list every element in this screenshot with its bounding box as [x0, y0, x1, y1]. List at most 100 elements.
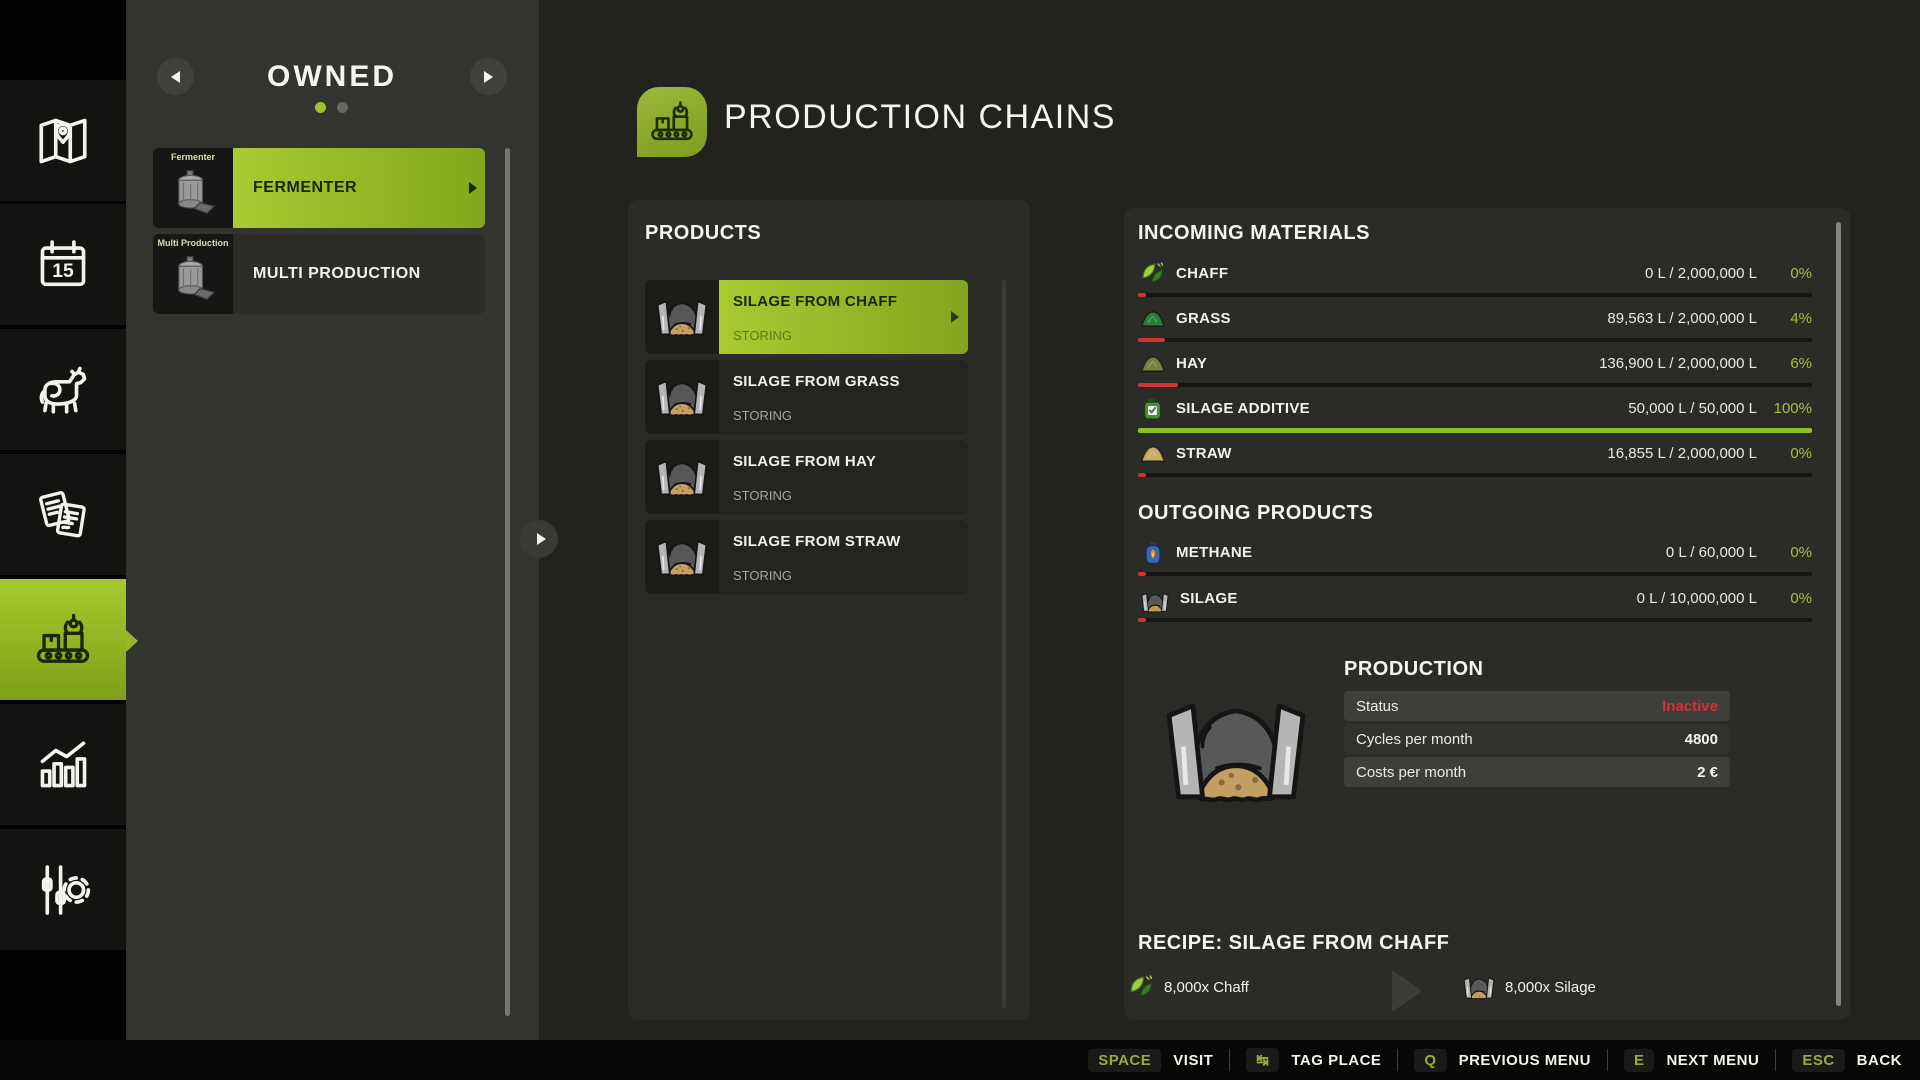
cycles-value: 4800 — [1685, 731, 1718, 748]
arrow-left-icon — [171, 71, 180, 83]
production-title: PRODUCTION — [1344, 658, 1483, 681]
hotkey-label: TAG PLACE — [1291, 1052, 1381, 1069]
hotkey-label: VISIT — [1173, 1052, 1213, 1069]
detail-scrollbar[interactable] — [1836, 222, 1841, 1006]
product-item-silage-from-chaff[interactable]: SILAGE FROM CHAFF STORING — [645, 280, 968, 354]
owned-scrollbar[interactable] — [505, 148, 510, 1016]
production-chains-badge — [637, 87, 707, 157]
key-space[interactable]: SPACE — [1088, 1049, 1161, 1072]
material-percent: 6% — [1764, 351, 1812, 377]
owned-panel-title: OWNED — [186, 60, 478, 94]
key-q[interactable]: Q — [1414, 1049, 1446, 1072]
fill-bar — [1138, 338, 1812, 342]
silage-silo-icon — [1462, 975, 1496, 1000]
material-percent: 4% — [1764, 306, 1812, 332]
material-row-silage: SILAGE 0 L / 10,000,000 L 0% — [1138, 586, 1812, 612]
recipe-output-label: 8,000x Silage — [1505, 979, 1596, 996]
panel-collapse-handle[interactable] — [520, 520, 558, 558]
sidebar-item-calendar[interactable]: 15 — [0, 204, 126, 325]
divider — [1775, 1049, 1776, 1071]
divider — [1607, 1049, 1608, 1071]
product-thumbnail — [645, 280, 719, 354]
material-name: HAY — [1176, 351, 1207, 377]
sidebar-item-map[interactable] — [0, 80, 126, 201]
sidebar-item-finances[interactable] — [0, 454, 126, 575]
arrow-right-icon — [484, 71, 493, 83]
owned-next-button[interactable] — [470, 58, 507, 95]
selected-arrow-icon — [469, 182, 477, 194]
material-name: CHAFF — [1176, 261, 1228, 287]
key-e[interactable]: E — [1624, 1049, 1655, 1072]
product-item-silage-from-hay[interactable]: SILAGE FROM HAY STORING — [645, 440, 968, 514]
silage-silo-icon — [1140, 589, 1170, 615]
material-name: SILAGE ADDITIVE — [1176, 396, 1310, 422]
page-dot-inactive[interactable] — [337, 102, 348, 113]
product-thumbnail — [645, 360, 719, 434]
sidebar-item-production[interactable] — [0, 579, 126, 700]
material-name: GRASS — [1176, 306, 1231, 332]
recipe-input-label: 8,000x Chaff — [1164, 979, 1249, 996]
hotkey-back[interactable]: ESC BACK — [1792, 1049, 1902, 1072]
svg-text:15: 15 — [52, 261, 74, 282]
hotkey-bar: SPACE VISIT ↹ TAG PLACE Q PREVIOUS MENU … — [0, 1040, 1920, 1080]
product-item-silage-from-straw[interactable]: SILAGE FROM STRAW STORING — [645, 520, 968, 594]
material-amount: 0 L / 2,000,000 L — [1645, 261, 1757, 287]
documents-icon — [34, 486, 92, 544]
grass-icon — [1140, 306, 1166, 332]
hotkey-next-menu[interactable]: E NEXT MENU — [1624, 1049, 1759, 1072]
page-dot-active[interactable] — [315, 102, 326, 113]
divider — [1397, 1049, 1398, 1071]
owned-item-label: MULTI PRODUCTION — [253, 265, 421, 283]
outgoing-products-title: OUTGOING PRODUCTS — [1138, 502, 1373, 525]
main-menu-sidebar: 15 — [0, 0, 126, 1040]
products-scrollbar[interactable] — [1002, 280, 1006, 1008]
incoming-materials-title: INCOMING MATERIALS — [1138, 222, 1370, 245]
material-name: STRAW — [1176, 441, 1232, 467]
fill-bar — [1138, 473, 1812, 477]
owned-item-fermenter[interactable]: Fermenter FERMENTER — [153, 148, 485, 228]
sidebar-item-statistics[interactable] — [0, 704, 126, 825]
silage-silo-icon — [654, 297, 710, 337]
material-amount: 136,900 L / 2,000,000 L — [1599, 351, 1757, 377]
hotkey-visit[interactable]: SPACE VISIT — [1088, 1049, 1213, 1072]
material-row-chaff: CHAFF 0 L / 2,000,000 L 0% — [1138, 261, 1812, 287]
products-panel: PRODUCTS SILAGE FROM CHAFF STORING SILAG… — [628, 200, 1030, 1020]
owned-item-multi-production[interactable]: Multi Production MULTI PRODUCTION — [153, 234, 485, 314]
hotkey-previous-menu[interactable]: Q PREVIOUS MENU — [1414, 1049, 1591, 1072]
owned-panel: OWNED Fermenter FERMENTER Multi Producti… — [126, 0, 539, 1040]
row-label: Cycles per month — [1356, 731, 1473, 748]
thumbnail-caption: Multi Production — [153, 238, 233, 248]
product-name: SILAGE FROM GRASS — [733, 373, 954, 390]
key-tab-icon[interactable]: ↹ — [1246, 1048, 1279, 1072]
fill-bar — [1138, 428, 1812, 433]
methane-icon — [1140, 540, 1166, 566]
chaff-icon — [1140, 261, 1166, 287]
cow-icon — [34, 361, 92, 419]
active-tab-arrow — [126, 630, 138, 652]
product-status: STORING — [733, 408, 954, 423]
hotkey-tag-place[interactable]: ↹ TAG PLACE — [1246, 1048, 1381, 1072]
product-item-silage-from-grass[interactable]: SILAGE FROM GRASS STORING — [645, 360, 968, 434]
product-thumbnail — [645, 440, 719, 514]
product-name: SILAGE FROM HAY — [733, 453, 954, 470]
selected-arrow-icon — [951, 311, 959, 323]
production-row-cycles: Cycles per month 4800 — [1344, 724, 1730, 754]
sidebar-item-animals[interactable] — [0, 329, 126, 450]
divider — [1229, 1049, 1230, 1071]
production-point-image — [1151, 694, 1321, 804]
fermenter-icon — [167, 252, 219, 304]
statistics-icon — [34, 736, 92, 794]
key-esc[interactable]: ESC — [1792, 1049, 1844, 1072]
hotkey-label: PREVIOUS MENU — [1459, 1052, 1591, 1069]
product-thumbnail — [645, 520, 719, 594]
material-percent: 0% — [1764, 586, 1812, 612]
hotkey-label: NEXT MENU — [1666, 1052, 1759, 1069]
material-row-straw: STRAW 16,855 L / 2,000,000 L 0% — [1138, 441, 1812, 467]
row-label: Status — [1356, 698, 1399, 715]
product-status: STORING — [733, 568, 954, 583]
recipe-output: 8,000x Silage — [1462, 973, 1596, 1001]
row-label: Costs per month — [1356, 764, 1466, 781]
fill-bar — [1138, 293, 1812, 297]
sidebar-item-settings[interactable] — [0, 829, 126, 950]
calendar-icon: 15 — [34, 236, 92, 294]
